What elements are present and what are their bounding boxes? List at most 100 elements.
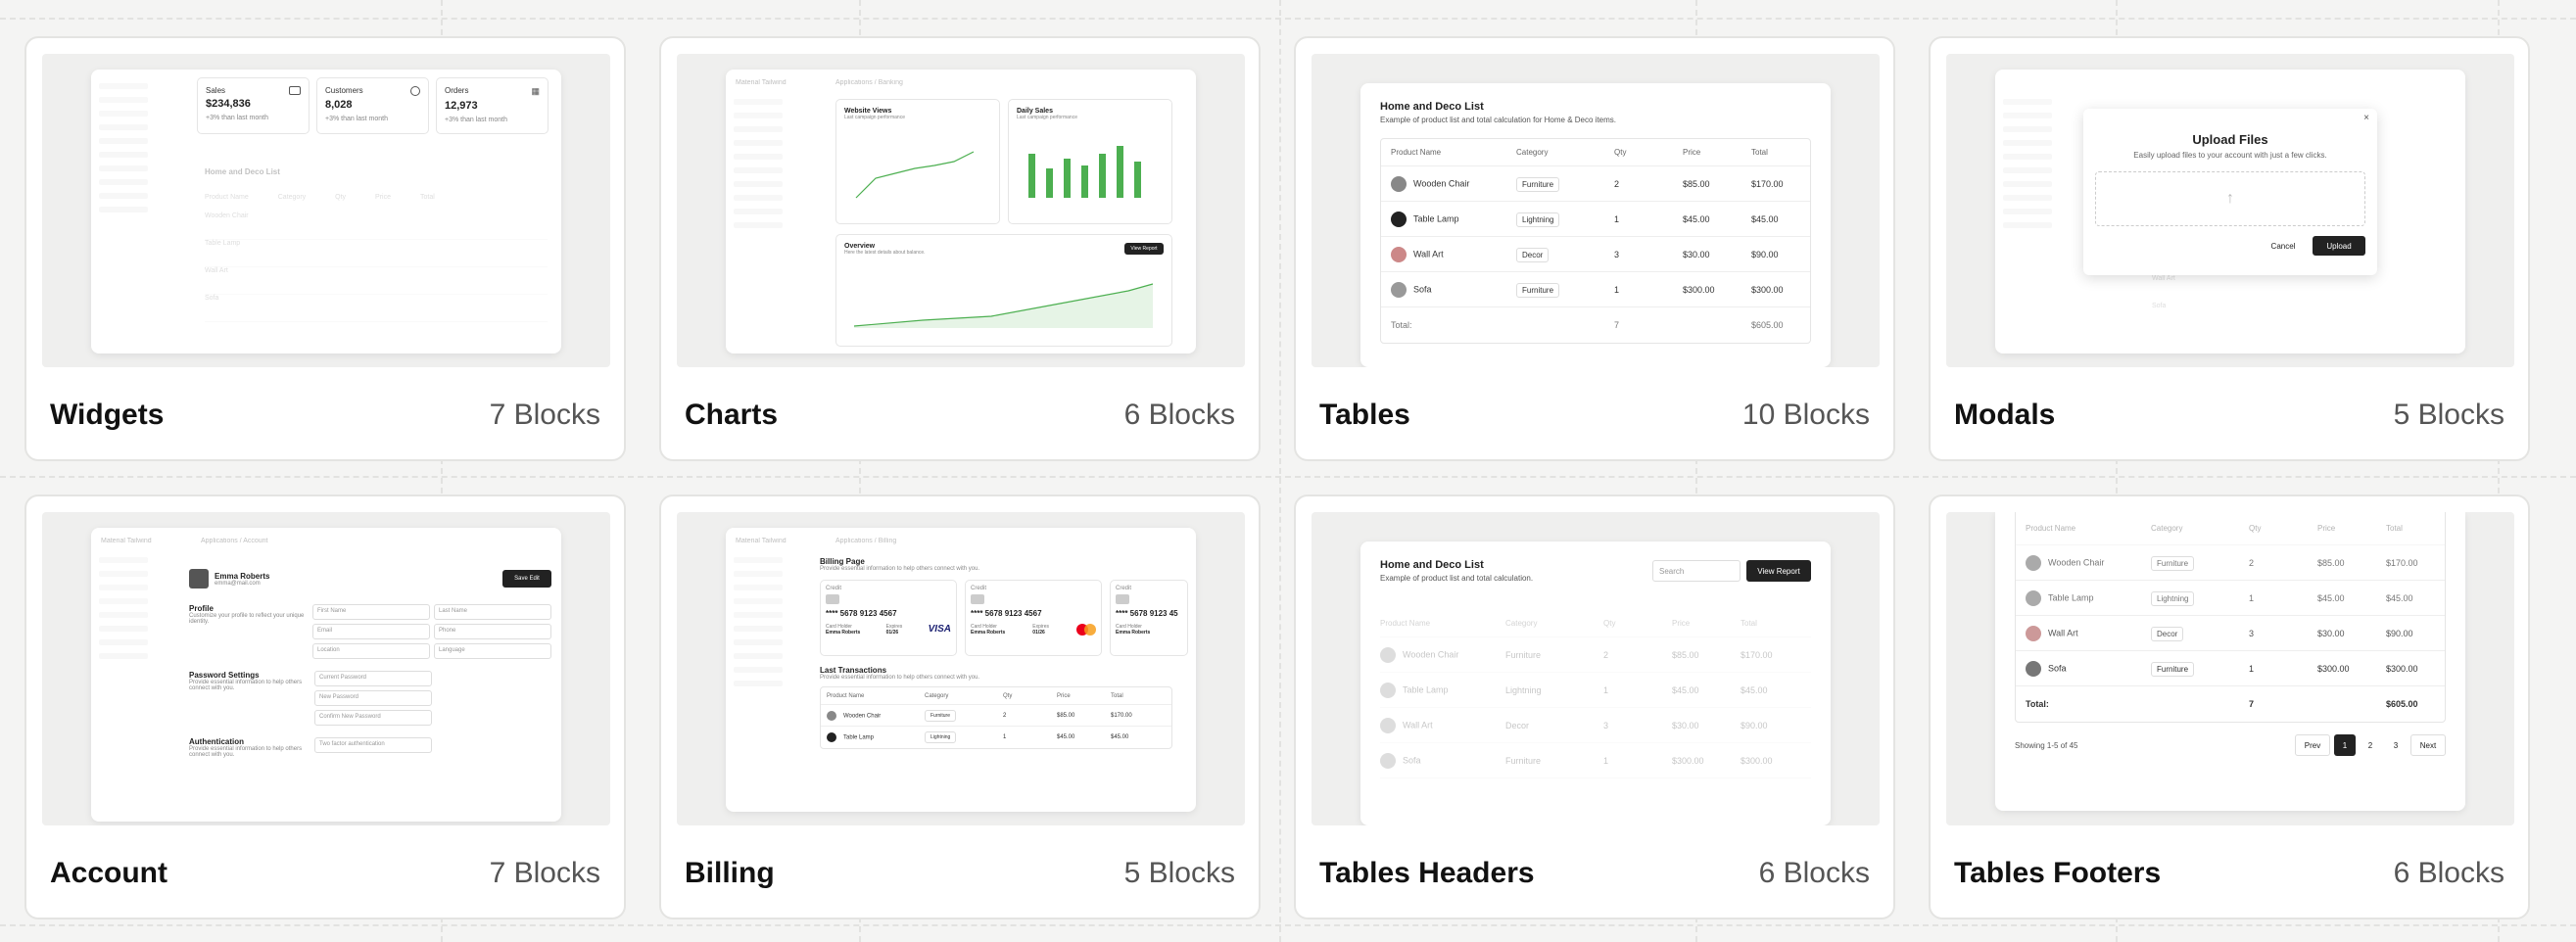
charts-app-name: Material Tailwind <box>736 79 787 86</box>
credit-card: Credit **** 5678 9123 4567 Card Holder Em… <box>965 580 1102 656</box>
widgets-bg-cell: Table Lamp <box>205 240 241 247</box>
overview-chart: Overview Here the latest details about b… <box>835 234 1172 347</box>
page-button[interactable]: 3 <box>2385 734 2407 756</box>
dropzone[interactable]: ↑ <box>2095 171 2365 226</box>
email-input[interactable]: Email <box>312 624 430 639</box>
first-name-input[interactable]: First Name <box>312 604 430 620</box>
widgets-bg-th: Category <box>277 194 307 201</box>
widget-value: $234,836 <box>206 98 251 110</box>
section-title: Profile <box>189 604 214 613</box>
table-row: Table Lamp Lightning 1 $45.00 $45.00 <box>1381 202 1810 237</box>
table-total-row: Total: 7 $605.00 <box>1391 320 1784 330</box>
chip-icon <box>1116 594 1129 604</box>
table-subtitle: Example of product list and total calcul… <box>1380 574 1534 583</box>
widgets-preview: Home and Deco List Product Name Category… <box>42 54 610 367</box>
upload-button[interactable]: Upload <box>2313 236 2365 256</box>
table-row: Sofa Furniture 1 $300.00 $300.00 <box>1380 743 1811 778</box>
table-row: Sofa Furniture 1 $300.00 $300.00 <box>1381 272 1810 307</box>
upload-arrow-icon: ↑ <box>2226 190 2234 207</box>
widgets-bg-table-title: Home and Deco List <box>205 167 280 176</box>
account-breadcrumb: Applications / Account <box>201 538 268 544</box>
section-title: Password Settings <box>189 671 260 680</box>
column-header: Price <box>1683 148 1701 157</box>
card-title: Tables Headers <box>1319 857 1535 889</box>
location-input[interactable]: Location <box>312 643 430 659</box>
widget-value: 12,973 <box>445 100 478 112</box>
card-charts[interactable]: Material Tailwind Applications / Banking… <box>659 36 1261 461</box>
widgets-bg-th: Total <box>420 194 435 201</box>
table-title: Home and Deco List <box>1380 559 1484 571</box>
credit-card-icon <box>289 86 301 95</box>
page-button[interactable]: 2 <box>2360 734 2381 756</box>
next-button[interactable]: Next <box>2410 734 2446 756</box>
section-subtitle: Customize your profile to reflect your u… <box>189 613 305 625</box>
search-input[interactable]: Search <box>1652 560 1741 582</box>
avatar <box>189 569 209 589</box>
table-row: Table Lamp Lightning 1 $45.00 $45.00 <box>1380 673 1811 708</box>
save-edit-button[interactable]: Save Edit <box>502 570 551 588</box>
confirm-password-input[interactable]: Confirm New Password <box>314 710 432 726</box>
table-row: Wall Art Decor 3 $30.00 $90.00 <box>1381 237 1810 272</box>
modal-subtitle: Easily upload files to your account with… <box>2133 151 2327 160</box>
new-password-input[interactable]: New Password <box>314 690 432 706</box>
upload-modal: × Upload Files Easily upload files to yo… <box>2083 109 2377 275</box>
two-factor-input[interactable]: Two factor authentication <box>314 737 432 753</box>
account-email: emma@mail.com <box>215 580 261 587</box>
chart-title: Overview <box>844 243 876 250</box>
language-input[interactable]: Language <box>434 643 551 659</box>
billing-app-name: Material Tailwind <box>736 538 787 544</box>
card-tables-footers[interactable]: Product Name Category Qty Price Total Wo… <box>1929 495 2530 919</box>
table-row: Wall Art Decor 3 $30.00 $90.00 <box>1380 708 1811 743</box>
cancel-button[interactable]: Cancel <box>2262 236 2305 256</box>
table-title: Home and Deco List <box>1380 101 1484 113</box>
table-row: Wooden Chair Furniture 2 $85.00 $170.00 <box>821 705 1171 727</box>
widgets-bg-th: Product Name <box>205 194 249 201</box>
view-report-button[interactable]: View Report <box>1124 243 1164 255</box>
page-button[interactable]: 1 <box>2334 734 2356 756</box>
chart-subtitle: Here the latest details about balance. <box>844 250 926 256</box>
tables-preview: Home and Deco List Example of product li… <box>1312 54 1880 367</box>
table-total-row: Total: 7 $605.00 <box>2026 699 2418 709</box>
phone-input[interactable]: Phone <box>434 624 551 639</box>
line-chart-svg <box>855 151 975 199</box>
last-name-input[interactable]: Last Name <box>434 604 551 620</box>
widget-label: Sales <box>206 86 226 95</box>
card-block-count: 5 Blocks <box>1123 857 1235 889</box>
card-widgets[interactable]: Home and Deco List Product Name Category… <box>24 36 626 461</box>
chip-icon <box>971 594 984 604</box>
card-billing[interactable]: Material Tailwind Applications / Billing… <box>659 495 1261 919</box>
widget-label: Orders <box>445 86 469 95</box>
column-header: Total <box>1751 148 1768 157</box>
view-report-button[interactable]: View Report <box>1746 560 1811 582</box>
card-block-count: 6 Blocks <box>2393 857 2504 889</box>
card-block-count: 7 Blocks <box>489 857 600 889</box>
card-modals[interactable]: Wall Art Sofa × Upload Files Easily uplo… <box>1929 36 2530 461</box>
card-title: Tables <box>1319 399 1410 431</box>
card-block-count: 10 Blocks <box>1741 399 1870 431</box>
card-tables[interactable]: Home and Deco List Example of product li… <box>1294 36 1895 461</box>
table-row: Wall Art Decor 3 $30.00 $90.00 <box>2016 616 2445 651</box>
mastercard-logo <box>1075 624 1096 636</box>
current-password-input[interactable]: Current Password <box>314 671 432 686</box>
modals-preview: Wall Art Sofa × Upload Files Easily uplo… <box>1946 54 2514 367</box>
card-title: Widgets <box>50 399 165 431</box>
widget-delta: +3% than last month <box>445 117 508 123</box>
table-row: Wooden Chair Furniture 2 $85.00 $170.00 <box>1381 166 1810 202</box>
close-icon[interactable]: × <box>2363 113 2369 123</box>
chart-title: Daily Sales <box>1017 108 1053 115</box>
widgets-bg-cell: Wooden Chair <box>205 212 249 219</box>
pagination: Prev 1 2 3 Next <box>2295 734 2446 756</box>
modal-bg-cell: Sofa <box>2152 303 2167 309</box>
table-row: Sofa Furniture 1 $300.00 $300.00 <box>2016 651 2445 686</box>
card-tables-headers[interactable]: Home and Deco List Example of product li… <box>1294 495 1895 919</box>
tables-footers-preview: Product Name Category Qty Price Total Wo… <box>1946 512 2514 825</box>
table-row: Wooden Chair Furniture 2 $85.00 $170.00 <box>2016 545 2445 581</box>
widgets-bg-cell: Sofa <box>205 295 219 302</box>
card-title: Charts <box>685 399 779 431</box>
prev-button[interactable]: Prev <box>2295 734 2330 756</box>
credit-card: Credit **** 5678 9123 45 Card Holder Emma… <box>1110 580 1188 656</box>
visa-logo: VISA <box>928 624 951 635</box>
user-circle-icon <box>410 86 420 96</box>
card-account[interactable]: Material Tailwind Applications / Account… <box>24 495 626 919</box>
section-title: Authentication <box>189 737 244 746</box>
